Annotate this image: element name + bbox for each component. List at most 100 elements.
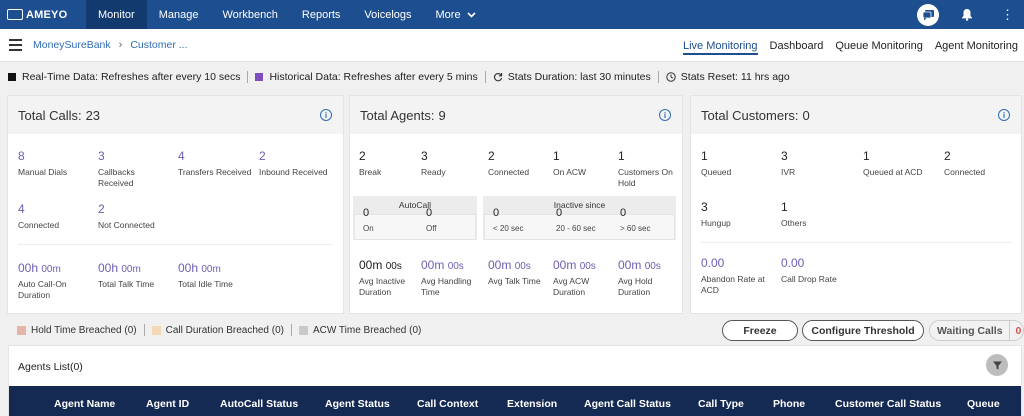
stat-label: Connected [488,167,530,177]
stat-avg-talk: 00m 00s Avg Talk Time [488,258,548,287]
freeze-button[interactable]: Freeze [722,320,798,341]
autocall-box: AutoCall 0 On 0 Off [353,196,477,240]
duration-swatch [151,325,161,335]
nav-voicelogs[interactable]: Voicelogs [352,0,423,29]
col-call-context[interactable]: Call Context [417,398,478,410]
bell-icon[interactable] [961,8,973,21]
stat-not-connected: 2 Not Connected [98,202,173,231]
stat-abandon-rate: 0.00 Abandon Rate at ACD [701,256,773,296]
stat-label: Off [426,224,437,233]
info-icon[interactable]: i [659,109,671,121]
stat-autocall-duration: 00h 00m Auto Call-On Duration [18,261,88,301]
nav-monitor[interactable]: Monitor [86,0,147,29]
col-extension[interactable]: Extension [507,398,557,410]
agents-list-title: Agents List(0) [18,361,83,373]
inactive-lt20: 0 < 20 sec [493,207,523,233]
tab-agent-monitoring[interactable]: Agent Monitoring [929,29,1024,62]
minutes: 00m [121,264,141,275]
stat-avg-handling: 00m 00s Avg Handling Time [421,258,481,298]
stat-queued: 1 Queued [701,149,776,178]
col-agent-id[interactable]: Agent ID [146,398,189,410]
configure-threshold-button[interactable]: Configure Threshold [802,320,924,341]
inactive-inner: 0 < 20 sec 0 20 - 60 sec 0 > 60 sec [484,207,675,240]
more-vertical-icon[interactable]: ⋮ [1001,8,1014,21]
waiting-calls-button[interactable]: Waiting Calls 0 [929,320,1024,341]
realtime-info: Real-Time Data: Refreshes after every 10… [22,71,241,83]
hold-swatch [17,325,26,335]
col-agent-name[interactable]: Agent Name [54,398,115,410]
hours: 00h [18,261,39,275]
total-calls-count: 23 [85,107,101,123]
stat-connected: 4 Connected [18,202,93,231]
col-call-type[interactable]: Call Type [698,398,744,410]
stat-value: 4 [18,202,25,216]
breadcrumb-item-bank[interactable]: MoneySureBank [33,39,111,51]
tab-dashboard[interactable]: Dashboard [764,29,830,62]
info-icon[interactable]: i [998,109,1010,121]
seconds: 00s [514,261,531,272]
stat-value: 4 [178,149,185,163]
stat-label: IVR [781,167,796,177]
minutes: 00m [41,264,61,275]
top-navbar: AMEYO Monitor Manage Workbench Reports V… [0,0,1024,29]
total-calls-title: Total Calls: [18,107,82,123]
stat-label: Abandon Rate at ACD [701,274,765,295]
autocall-on: 0 On [363,207,374,233]
col-customer-call-status[interactable]: Customer Call Status [835,398,941,410]
stat-on-hold: 1 Customers On Hold [618,149,678,189]
breadcrumb-item-customer[interactable]: Customer ... [130,39,187,51]
nav-manage[interactable]: Manage [147,0,211,29]
stat-value: 1 [863,149,870,163]
tab-live-monitoring[interactable]: Live Monitoring [677,29,764,62]
info-icon[interactable]: i [320,109,332,121]
stat-label: Customers On Hold [618,167,673,188]
stat-value: 2 [98,202,105,216]
col-phone[interactable]: Phone [773,398,805,410]
stat-label: Avg Talk Time [488,276,541,286]
stat-avg-hold: 00m 00s Avg Hold Duration [618,258,678,298]
acw-swatch [299,325,308,335]
stat-label: Transfers Received [178,167,252,177]
clock-icon [666,72,676,82]
total-agents-header: Total Agents: 9 [350,96,682,134]
nav-more[interactable]: More [424,0,488,29]
col-agent-call-status[interactable]: Agent Call Status [584,398,671,410]
waiting-calls-count: 0 [1008,321,1021,340]
stat-value: 0 [620,207,627,219]
stat-label: Callbacks Received [98,167,135,188]
hamburger-menu-icon[interactable] [9,39,22,54]
breadcrumb: MoneySureBank › Customer ... [33,39,188,51]
col-queue[interactable]: Queue [967,398,1000,410]
stat-label: On ACW [553,167,587,177]
chat-icon[interactable] [917,3,939,26]
stats-duration: Stats Duration: last 30 minutes [507,71,651,83]
divider [18,244,333,245]
tab-queue-monitoring[interactable]: Queue Monitoring [829,29,928,62]
nav-right-tools: ⋮ [917,0,1024,29]
stat-avg-inactive: 00m 00s Avg Inactive Duration [359,258,419,298]
total-calls-panel: Total Calls: 23 i 8 Manual Dials 3 Callback… [7,95,344,314]
stat-ivr: 3 IVR [781,149,856,178]
col-agent-status[interactable]: Agent Status [325,398,390,410]
stat-value: 0.00 [781,256,805,270]
nav-reports[interactable]: Reports [290,0,353,29]
stat-label: Call Drop Rate [781,274,837,284]
breach-legend: Hold Time Breached (0) Call Duration Bre… [0,320,720,340]
stat-others: 1 Others [781,200,856,229]
stat-value: 0 [493,207,500,219]
stat-label: < 20 sec [493,224,524,233]
col-autocall-status[interactable]: AutoCall Status [220,398,298,410]
minutes: 00m [421,258,445,272]
nav-workbench[interactable]: Workbench [210,0,289,29]
total-customers-panel: Total Customers: 0 i 1 Queued 3 IVR 1 Queued… [690,95,1022,314]
stat-value: 1 [618,149,625,163]
inactive-20-60: 0 20 - 60 sec [556,207,596,233]
total-agents-count: 9 [438,107,446,123]
refresh-info-bar: Real-Time Data: Refreshes after every 10… [0,66,1024,88]
stat-value: 3 [421,149,428,163]
filter-icon[interactable] [986,354,1008,376]
stat-label: On [363,224,374,233]
stat-label: Total Talk Time [98,279,155,289]
stat-value: 3 [98,149,105,163]
realtime-swatch [8,73,16,81]
